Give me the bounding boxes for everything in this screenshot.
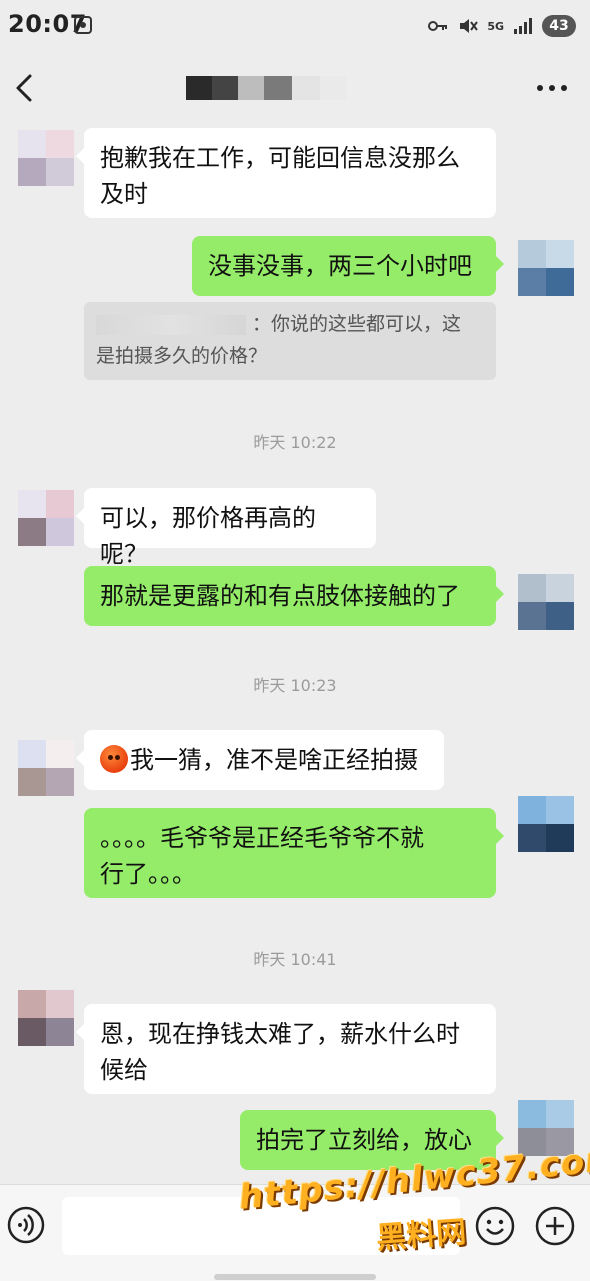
key-icon (428, 21, 448, 31)
message-timestamp: 昨天 10:41 (253, 950, 337, 969)
quote-text: 是拍摄多久的价格？ (96, 345, 268, 367)
message-bubble-received[interactable]: 我一猜，准不是啥正经拍摄 (76, 730, 444, 790)
signal-icon (514, 18, 532, 34)
quote-text: ：你说的这些都可以，这 (252, 313, 462, 335)
message-timestamp: 昨天 10:22 (253, 433, 337, 452)
message-bubble-received[interactable]: 恩，现在挣钱太难了，薪水什么时 候给 (76, 1004, 496, 1094)
self-avatar[interactable] (518, 796, 574, 852)
message-text: 可以，那价格再高的呢？ (100, 504, 316, 568)
contact-avatar[interactable] (18, 740, 74, 796)
message-bubble-sent[interactable]: 没事没事，两三个小时吧 (192, 236, 504, 296)
message-bubble-sent[interactable]: 。。。。毛爷爷是正经毛爷爷不就 行了。。。 (84, 808, 504, 898)
status-icons: 5G 43 (427, 12, 576, 40)
home-indicator (214, 1274, 376, 1280)
more-dots-icon[interactable] (534, 78, 570, 98)
status-bar: 20:07 5G 43 (0, 0, 590, 52)
watermark-name: 黑料网 (375, 1214, 468, 1257)
contact-avatar[interactable] (18, 990, 74, 1046)
mute-icon (460, 19, 479, 33)
contact-avatar[interactable] (18, 490, 74, 546)
message-text: 行了。。。 (100, 860, 196, 888)
message-bubble-sent[interactable]: 那就是更露的和有点肢体接触的了 (84, 566, 504, 626)
self-avatar[interactable] (518, 574, 574, 630)
self-avatar[interactable] (518, 240, 574, 296)
quoted-message[interactable]: ：你说的这些都可以，这 是拍摄多久的价格？ (84, 302, 496, 380)
voice-icon[interactable] (6, 1205, 46, 1245)
battery-indicator: 43 (542, 15, 576, 37)
chat-header (0, 52, 590, 124)
chat-title-redacted (186, 76, 386, 100)
quoted-sender-redacted (96, 314, 246, 335)
contact-avatar[interactable] (18, 130, 74, 186)
message-timestamp: 昨天 10:23 (253, 676, 337, 695)
message-text: 我一猜，准不是啥正经拍摄 (130, 746, 418, 774)
message-text: 没事没事，两三个小时吧 (208, 252, 472, 280)
message-text: 。。。。毛爷爷是正经毛爷爷不就 (100, 824, 424, 852)
message-text: 拍完了立刻给，放心 (256, 1126, 472, 1154)
message-bubble-received[interactable]: 抱歉我在工作，可能回信息没那么 及时 (76, 128, 496, 218)
chat-message-list[interactable]: 抱歉我在工作，可能回信息没那么 及时 没事没事，两三个小时吧 ：你说的这些都可以… (0, 124, 590, 1184)
network-label: 5G (487, 19, 504, 33)
message-text: 及时 (100, 180, 148, 208)
emoji-icon (100, 745, 128, 773)
screen-record-icon (74, 16, 92, 34)
message-text: 抱歉我在工作，可能回信息没那么 (100, 144, 460, 172)
plus-icon[interactable] (534, 1205, 576, 1247)
message-text: 候给 (100, 1056, 148, 1084)
message-bubble-received[interactable]: 可以，那价格再高的呢？ (76, 488, 376, 568)
emoji-icon[interactable] (474, 1205, 516, 1247)
chevron-left-icon[interactable] (10, 70, 42, 106)
message-text: 恩，现在挣钱太难了，薪水什么时 (100, 1020, 460, 1048)
message-text: 那就是更露的和有点肢体接触的了 (100, 582, 460, 610)
